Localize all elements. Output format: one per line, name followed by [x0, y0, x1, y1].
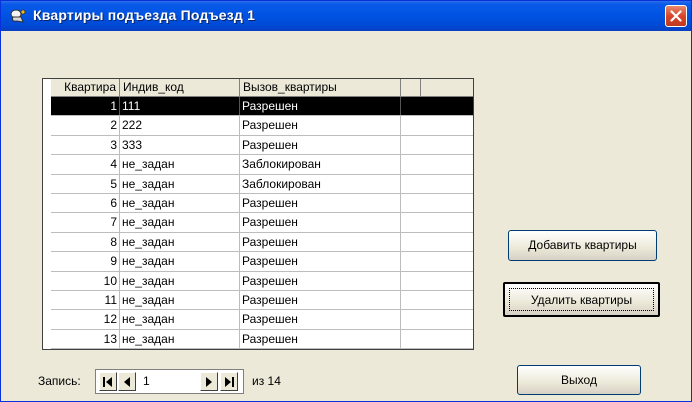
table-row[interactable]: 5 не_задан Заблокирован [51, 174, 473, 194]
cell-call[interactable]: Разрешен [240, 193, 401, 213]
cell-apartment[interactable]: 9 [51, 252, 120, 271]
column-header-call[interactable]: Вызов_квартиры [240, 79, 401, 96]
table-row[interactable]: 12 не_задан Разрешен [51, 310, 473, 330]
cell-apartment[interactable]: 11 [51, 290, 120, 310]
table-row[interactable]: 2 222 Разрешен [51, 116, 473, 136]
table-row[interactable]: 8 не_задан Разрешен [51, 232, 473, 253]
cell-code[interactable]: не_задан [120, 310, 240, 329]
cell-call[interactable]: Разрешен [240, 349, 401, 350]
cell-blank [401, 272, 421, 290]
dialog-window: Квартиры подъезда Подъезд 1 Квартира Инд… [0, 0, 692, 402]
cell-apartment[interactable]: 2 [51, 116, 120, 135]
cell-apartment[interactable]: 4 [51, 155, 120, 174]
cell-code[interactable]: 333 [120, 135, 240, 155]
cell-blank [401, 233, 421, 251]
last-record-button[interactable] [220, 372, 238, 391]
cell-code[interactable]: не_задан [120, 252, 240, 271]
cell-apartment[interactable]: 7 [51, 213, 120, 232]
cell-call[interactable]: Разрешен [240, 252, 401, 271]
cell-call[interactable]: Заблокирован [240, 155, 401, 174]
first-record-button[interactable] [99, 372, 117, 391]
cell-apartment[interactable]: 8 [51, 232, 120, 252]
app-icon [10, 9, 26, 23]
cell-call[interactable]: Разрешен [240, 310, 401, 329]
cell-code[interactable]: 111 [120, 97, 240, 116]
cell-blank [401, 252, 421, 270]
cell-call[interactable]: Разрешен [240, 135, 401, 155]
column-header-apartment[interactable]: Квартира [51, 79, 120, 96]
cell-call[interactable]: Заблокирован [240, 174, 401, 193]
column-header-code[interactable]: Индив_код [120, 79, 240, 96]
add-apartments-button[interactable]: Добавить квартиры [508, 230, 657, 261]
cell-apartment[interactable]: 12 [51, 310, 120, 329]
cell-call[interactable]: Разрешен [240, 232, 401, 252]
cell-call[interactable]: Разрешен [240, 271, 401, 290]
title-bar[interactable]: Квартиры подъезда Подъезд 1 [1, 1, 691, 31]
cell-code[interactable]: не_задан [120, 329, 240, 349]
delete-apartments-button[interactable]: Удалить квартиры [503, 282, 660, 317]
cell-blank [401, 310, 421, 328]
cell-call[interactable]: Разрешен [240, 329, 401, 349]
last-record-icon [225, 377, 234, 387]
cell-blank [401, 175, 421, 193]
cell-blank [401, 213, 421, 231]
cell-blank [401, 136, 421, 154]
first-record-icon [103, 377, 112, 387]
cell-code[interactable]: не_задан [120, 174, 240, 193]
close-button[interactable] [665, 5, 687, 27]
record-label: Запись: [38, 374, 81, 388]
window-title: Квартиры подъезда Подъезд 1 [33, 7, 256, 23]
cell-apartment[interactable]: 13 [51, 329, 120, 349]
apartments-grid[interactable]: Квартира Индив_код Вызов_квартиры 1 111 Ра… [42, 78, 474, 350]
cell-blank [401, 349, 421, 350]
cell-call[interactable]: Разрешен [240, 213, 401, 232]
cell-blank [401, 291, 421, 309]
table-row[interactable]: 1 111 Разрешен [51, 97, 473, 117]
prev-record-button[interactable] [118, 372, 136, 391]
record-number-input[interactable]: 1 [143, 372, 199, 391]
cell-code[interactable]: не_задан [120, 271, 240, 290]
table-row[interactable]: 6 не_задан Разрешен [51, 193, 473, 214]
cell-code[interactable]: не_задан [120, 349, 240, 350]
table-row[interactable]: 11 не_задан Разрешен [51, 290, 473, 311]
cell-blank [401, 155, 421, 173]
cell-code[interactable]: не_задан [120, 213, 240, 232]
cell-code[interactable]: не_задан [120, 232, 240, 252]
cell-call[interactable]: Разрешен [240, 97, 401, 116]
table-row[interactable]: 7 не_задан Разрешен [51, 213, 473, 233]
table-row[interactable]: 14не_заданРазрешен [51, 349, 473, 350]
table-row[interactable]: 10 не_задан Разрешен [51, 271, 473, 291]
table-row[interactable]: 3 333 Разрешен [51, 135, 473, 156]
column-header-blank [401, 79, 421, 96]
cell-apartment[interactable]: 6 [51, 193, 120, 213]
grid-body: 1 111 Разрешен 2 222 Разрешен 3 333 Разрешен 4 не_… [51, 97, 473, 350]
next-record-icon [206, 377, 212, 387]
cell-code[interactable]: не_задан [120, 155, 240, 174]
record-navigator: 1 [95, 369, 244, 394]
cell-code[interactable]: не_задан [120, 193, 240, 213]
table-row[interactable]: 9 не_задан Разрешен [51, 252, 473, 272]
exit-button[interactable]: Выход [517, 365, 641, 395]
cell-code[interactable]: 222 [120, 116, 240, 135]
table-row[interactable]: 13 не_задан Разрешен [51, 329, 473, 349]
cell-call[interactable]: Разрешен [240, 116, 401, 135]
cell-apartment[interactable]: 1 [51, 97, 120, 116]
table-row[interactable]: 4 не_задан Заблокирован [51, 155, 473, 175]
cell-call[interactable]: Разрешен [240, 290, 401, 310]
cell-code[interactable]: не_задан [120, 290, 240, 310]
prev-record-icon [124, 377, 130, 387]
delete-apartments-label: Удалить квартиры [509, 288, 654, 311]
cell-blank [401, 330, 421, 348]
cell-blank [401, 116, 421, 134]
record-total: из 14 [252, 374, 281, 388]
cell-blank [401, 194, 421, 212]
cell-blank [401, 97, 421, 115]
cell-apartment[interactable]: 5 [51, 174, 120, 193]
cell-apartment[interactable]: 14 [51, 349, 120, 350]
cell-apartment[interactable]: 3 [51, 135, 120, 155]
grid-header: Квартира Индив_код Вызов_квартиры [51, 79, 473, 97]
cell-apartment[interactable]: 10 [51, 271, 120, 290]
next-record-button[interactable] [200, 372, 218, 391]
close-icon [670, 10, 682, 22]
